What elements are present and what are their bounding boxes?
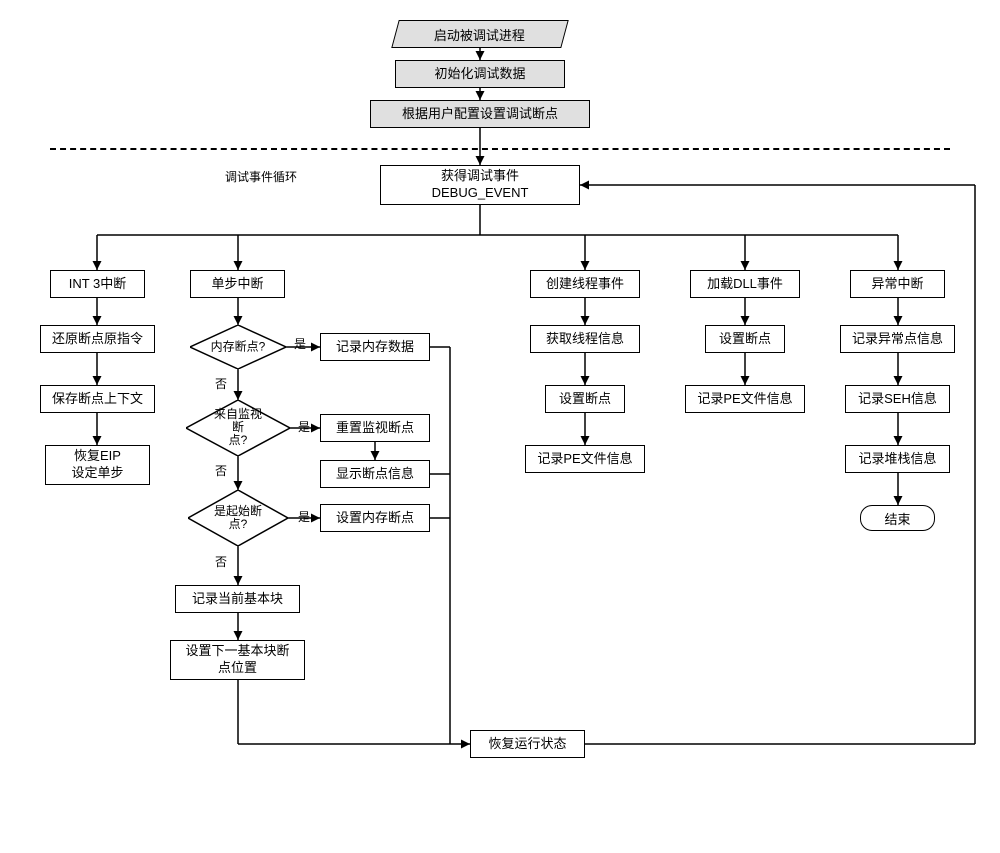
end-label: 结束 — [884, 509, 910, 528]
singlestep-branch: 单步中断 — [190, 270, 285, 298]
no-1: 否 — [215, 375, 227, 392]
thread-label: 创建线程事件 — [546, 276, 624, 293]
dll-record-pe-label: 记录PE文件信息 — [697, 391, 792, 408]
dashed-divider — [50, 148, 950, 150]
init-data: 初始化调试数据 — [395, 60, 565, 88]
restore-instruction: 还原断点原指令 — [40, 325, 155, 353]
start-bp-decision: 是起始断 点? — [188, 490, 288, 546]
show-bp-label: 显示断点信息 — [336, 466, 414, 483]
yes-2: 是 — [298, 418, 310, 435]
monitor-decision: 来自监视断 点? — [186, 400, 290, 456]
dll-set-bp: 设置断点 — [705, 325, 785, 353]
no-2: 否 — [215, 462, 227, 479]
show-bp-info: 显示断点信息 — [320, 460, 430, 488]
end-terminator: 结束 — [860, 505, 935, 531]
record-mem-label: 记录内存数据 — [336, 339, 414, 356]
record-mem-data: 记录内存数据 — [320, 333, 430, 361]
restore-run-state: 恢复运行状态 — [470, 730, 585, 758]
record-stack-label: 记录堆栈信息 — [858, 451, 936, 468]
yes-3: 是 — [298, 508, 310, 525]
record-exception-point: 记录异常点信息 — [840, 325, 955, 353]
config-label: 根据用户配置设置调试断点 — [402, 106, 558, 123]
record-seh-label: 记录SEH信息 — [858, 391, 937, 408]
exception-branch: 异常中断 — [850, 270, 945, 298]
singlestep-label: 单步中断 — [211, 276, 263, 293]
record-exc-label: 记录异常点信息 — [852, 331, 943, 348]
restore-run-label: 恢复运行状态 — [488, 736, 566, 753]
reset-monitor-label: 重置监视断点 — [336, 420, 414, 437]
dll-branch: 加载DLL事件 — [690, 270, 800, 298]
restore-label: 还原断点原指令 — [52, 331, 143, 348]
set-mem-bp: 设置内存断点 — [320, 504, 430, 532]
reset-monitor: 重置监视断点 — [320, 414, 430, 442]
loop-label: 调试事件循环 — [225, 168, 297, 185]
set-mem-bp-label: 设置内存断点 — [336, 510, 414, 527]
save-context: 保存断点上下文 — [40, 385, 155, 413]
start-label: 启动被调试进程 — [434, 25, 525, 44]
start-bp-text: 是起始断 点? — [214, 505, 262, 531]
recover-eip: 恢复EIP 设定单步 — [45, 445, 150, 485]
get-debug-event: 获得调试事件 DEBUG_EVENT — [380, 165, 580, 205]
monitor-text: 来自监视断 点? — [212, 408, 264, 448]
record-block-label: 记录当前基本块 — [192, 591, 283, 608]
record-block: 记录当前基本块 — [175, 585, 300, 613]
thread-set-bp: 设置断点 — [545, 385, 625, 413]
get-event-label: 获得调试事件 DEBUG_EVENT — [432, 168, 529, 202]
start-process: 启动被调试进程 — [391, 20, 569, 48]
int3-label: INT 3中断 — [69, 276, 127, 293]
exception-label: 异常中断 — [871, 276, 923, 293]
record-seh: 记录SEH信息 — [845, 385, 950, 413]
int3-branch: INT 3中断 — [50, 270, 145, 298]
set-next-bp: 设置下一基本块断 点位置 — [170, 640, 305, 680]
thread-branch: 创建线程事件 — [530, 270, 640, 298]
recover-eip-label: 恢复EIP 设定单步 — [71, 448, 123, 482]
config-breakpoints: 根据用户配置设置调试断点 — [370, 100, 590, 128]
thread-record-pe-label: 记录PE文件信息 — [537, 451, 632, 468]
thread-record-pe: 记录PE文件信息 — [525, 445, 645, 473]
dll-record-pe: 记录PE文件信息 — [685, 385, 805, 413]
save-ctx-label: 保存断点上下文 — [52, 391, 143, 408]
mem-bp-text: 内存断点? — [211, 340, 266, 353]
yes-1: 是 — [294, 335, 306, 352]
dll-set-bp-label: 设置断点 — [719, 331, 771, 348]
get-thread-info-label: 获取线程信息 — [546, 331, 624, 348]
mem-bp-decision: 内存断点? — [190, 325, 286, 369]
record-stack: 记录堆栈信息 — [845, 445, 950, 473]
init-label: 初始化调试数据 — [434, 66, 525, 83]
no-3: 否 — [215, 553, 227, 570]
get-thread-info: 获取线程信息 — [530, 325, 640, 353]
thread-set-bp-label: 设置断点 — [559, 391, 611, 408]
set-next-bp-label: 设置下一基本块断 点位置 — [185, 643, 289, 677]
dll-label: 加载DLL事件 — [707, 276, 783, 293]
